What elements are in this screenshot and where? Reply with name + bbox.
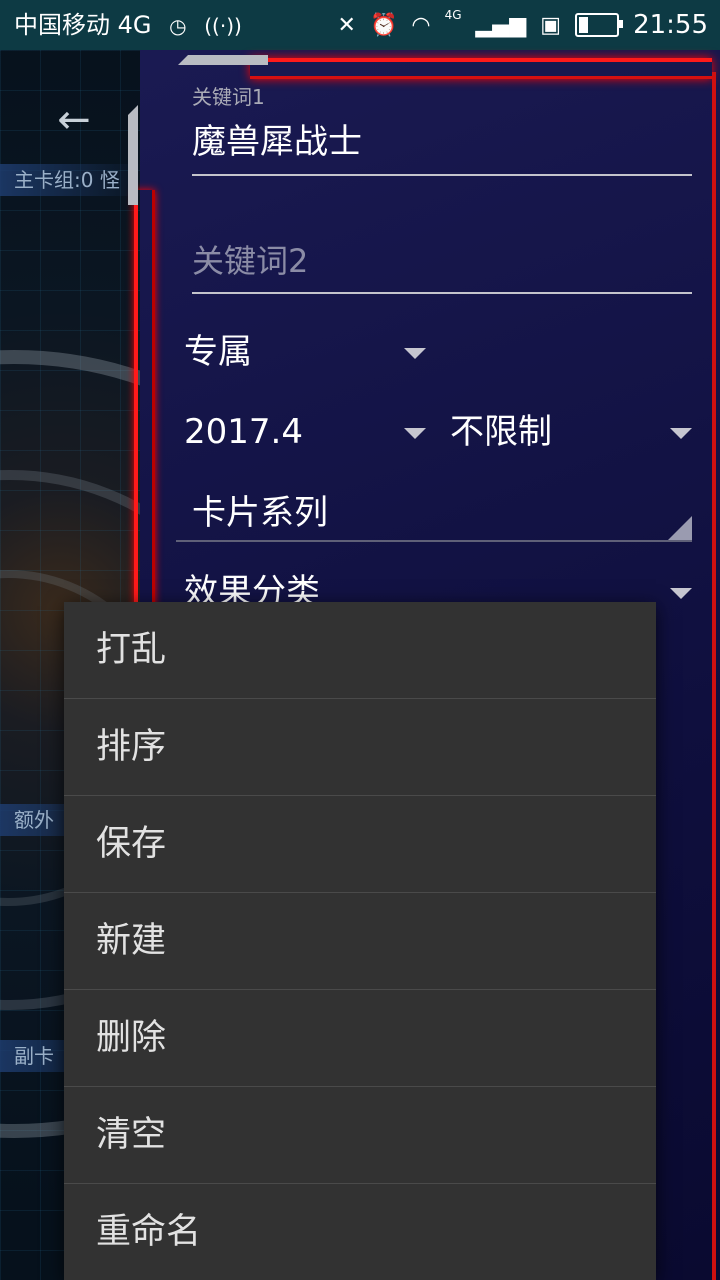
menu-item-new[interactable]: 新建	[64, 893, 656, 990]
wifi-icon: ◠	[411, 12, 431, 38]
menu-item-delete[interactable]: 删除	[64, 990, 656, 1087]
limit-type-value: 不限制	[450, 412, 552, 452]
dropdown-arrow-icon	[670, 588, 692, 599]
menu-item-rename[interactable]: 重命名	[64, 1184, 656, 1280]
keyword2-input[interactable]: 关键词2	[192, 230, 692, 294]
mute-icon: ✕	[337, 12, 356, 38]
card-series-label: 卡片系列	[192, 493, 328, 533]
dropdown-arrow-icon	[670, 428, 692, 439]
panel-frame-top	[250, 58, 712, 79]
deck-options-menu: 打乱 排序 保存 新建 删除 清空 重命名	[64, 602, 656, 1280]
battery-fill	[579, 17, 589, 33]
panel-frame-right	[706, 72, 716, 1280]
battery-icon	[575, 13, 624, 37]
status-left: 中国移动 4G ◷ ((·))	[14, 0, 242, 50]
main-deck-label: 主卡组:0 怪	[0, 164, 144, 196]
status-bar: 中国移动 4G ◷ ((·)) ✕ ⏰ ◠ 4G ▂▄▆ ▣ 21:55	[0, 0, 720, 50]
menu-item-sort[interactable]: 排序	[64, 699, 656, 796]
signal-icon: ▂▄▆	[475, 12, 527, 38]
pack-filter-dropdown[interactable]: 2017.4	[184, 402, 426, 462]
menu-item-clear[interactable]: 清空	[64, 1087, 656, 1184]
status-right: ✕ ⏰ ◠ 4G ▂▄▆ ▣ 21:55	[338, 0, 708, 50]
alarm-icon: ⏰	[369, 12, 398, 38]
keyword1-input[interactable]: 魔兽犀战士	[192, 110, 692, 176]
timer-icon: ◷	[169, 14, 187, 38]
resize-corner-icon	[668, 516, 692, 540]
network-badge: 4G	[444, 8, 462, 22]
carrier-text: 中国移动 4G	[14, 11, 152, 39]
clock: 21:55	[633, 10, 708, 40]
limit-filter-value: 专属	[184, 332, 252, 372]
hotspot-icon: ((·))	[204, 14, 242, 38]
dropdown-arrow-icon	[404, 348, 426, 359]
menu-item-save[interactable]: 保存	[64, 796, 656, 893]
keyword1-field[interactable]: 关键词1 魔兽犀战士	[192, 84, 692, 176]
pack-filter-value: 2017.4	[184, 412, 303, 452]
back-arrow-icon[interactable]: ←	[44, 95, 104, 145]
card-series-field[interactable]: 卡片系列	[176, 484, 692, 542]
limit-type-dropdown[interactable]: 不限制	[450, 402, 692, 462]
keyword2-field[interactable]: 关键词2	[192, 230, 692, 294]
sim-icon: ▣	[540, 12, 562, 38]
menu-item-shuffle[interactable]: 打乱	[64, 602, 656, 699]
dropdown-arrow-icon	[404, 428, 426, 439]
limit-filter-dropdown[interactable]: 专属	[184, 322, 426, 382]
keyword1-label: 关键词1	[192, 85, 265, 109]
